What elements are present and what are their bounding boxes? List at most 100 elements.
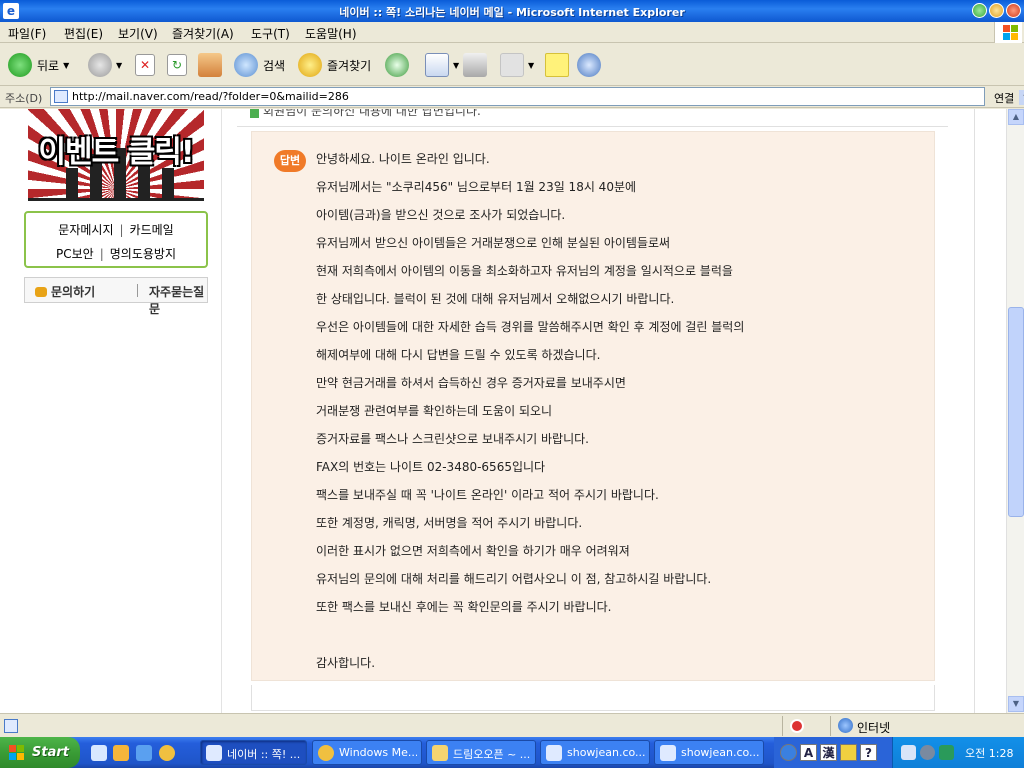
- antivirus-icon[interactable]: [939, 745, 954, 760]
- network-icon[interactable]: [901, 745, 916, 760]
- address-input[interactable]: http://mail.naver.com/read/?folder=0&mai…: [50, 87, 1024, 106]
- answer-line: 팩스를 보내주실 때 꼭 '나이트 온라인' 이라고 적어 주시기 바랍니다.: [316, 488, 659, 502]
- edit-icon: [500, 53, 524, 77]
- note-icon: [545, 53, 569, 77]
- faq-link[interactable]: 자주묻는질문: [149, 283, 207, 317]
- anti-identity-theft-link[interactable]: 명의도용방지: [110, 247, 176, 261]
- task-folder[interactable]: 드림오오픈 ~ ...: [426, 740, 536, 765]
- maximize-button[interactable]: [989, 3, 1004, 18]
- mail-header: 회원님이 문의하신 내용에 대한 답변입니다.: [237, 109, 948, 127]
- sms-link[interactable]: 문자메시지: [58, 223, 113, 237]
- banner-text: 이벤트 클릭!: [38, 135, 194, 170]
- start-button[interactable]: Start: [0, 737, 80, 768]
- ie-quick-icon[interactable]: [136, 745, 152, 761]
- search-button[interactable]: 검색: [234, 51, 285, 79]
- zone-label: 인터넷: [857, 721, 891, 735]
- menu-tools[interactable]: 도구(T): [251, 25, 290, 42]
- vertical-scrollbar[interactable]: ▲ ▼: [1006, 109, 1024, 713]
- answer-line: 안녕하세요. 나이트 온라인 입니다.: [316, 152, 490, 166]
- notes-button[interactable]: [545, 51, 569, 79]
- go-button[interactable]: 연결: [994, 90, 1014, 106]
- forward-button[interactable]: ▼: [88, 51, 122, 79]
- ime-globe-icon[interactable]: [780, 744, 797, 761]
- edit-button[interactable]: ▼: [500, 51, 534, 79]
- inquiry-link[interactable]: 문의하기: [35, 283, 95, 300]
- task-showjean-1[interactable]: showjean.co...: [540, 740, 650, 765]
- card-mail-link[interactable]: 카드메일: [130, 223, 174, 237]
- refresh-button[interactable]: ↻: [167, 51, 187, 79]
- answer-line: 한 상태입니다. 블럭이 된 것에 대해 유저님께서 오해없으시기 바랍니다.: [316, 292, 675, 306]
- pc-security-link[interactable]: PC보안: [56, 247, 94, 261]
- popup-blocker-icon[interactable]: [790, 719, 804, 733]
- answer-line: 만약 현금거래를 하셔서 습득하신 경우 증거자료를 보내주시면: [316, 376, 626, 390]
- answer-line: 이러한 표시가 없으면 저희측에서 확인을 하기가 매우 어려워져: [316, 544, 630, 558]
- home-button[interactable]: [198, 51, 222, 79]
- task-naver-mail[interactable]: 네이버 :: 쪽! ...: [200, 740, 307, 765]
- clock: 오전 1:28: [965, 747, 1014, 760]
- ie-icon: [546, 745, 562, 761]
- answer-line: 우선은 아이템들에 대한 자세한 습득 경위를 말씀해주시면 확인 후 계정에 …: [316, 320, 745, 334]
- stop-icon: ✕: [135, 54, 155, 76]
- forward-arrow-icon: [88, 53, 112, 77]
- chevron-down-icon[interactable]: ▼: [528, 61, 534, 70]
- security-icon[interactable]: [920, 745, 935, 760]
- menu-favorites[interactable]: 즐겨찾기(A): [172, 25, 234, 42]
- ime-alpha-icon[interactable]: A: [800, 744, 817, 761]
- answer-body: 안녕하세요. 나이트 온라인 입니다. 유저님께서는 "소쿠리456" 님으로부터…: [316, 150, 744, 682]
- chevron-down-icon[interactable]: ▼: [63, 61, 69, 70]
- media-player-icon[interactable]: [159, 745, 175, 761]
- ie-icon: [660, 745, 676, 761]
- check-icon: [250, 109, 259, 118]
- scroll-down-button[interactable]: ▼: [1008, 696, 1024, 712]
- home-icon: [198, 53, 222, 77]
- answer-line: 유저님께서는 "소쿠리456" 님으로부터 1월 23일 18시 40분에: [316, 180, 637, 194]
- toolbar: 뒤로 ▼ ▼ ✕ ↻ 검색 즐겨찾기 ▼ ▼: [0, 44, 1024, 86]
- history-button[interactable]: [385, 51, 409, 79]
- mail-footer: [251, 685, 935, 711]
- chevron-down-icon[interactable]: ▼: [116, 61, 122, 70]
- mail-button[interactable]: ▼: [425, 51, 459, 79]
- answer-line: 거래분쟁 관련여부를 확인하는데 도움이 되오니: [316, 404, 553, 418]
- print-button[interactable]: [463, 51, 487, 79]
- ime-bar: A 漢 ?: [774, 737, 892, 768]
- help-box: 문의하기 자주묻는질문: [24, 277, 208, 316]
- desktop-icon[interactable]: [91, 745, 107, 761]
- menu-edit[interactable]: 편집(E): [64, 25, 103, 42]
- back-button[interactable]: 뒤로 ▼: [8, 51, 69, 79]
- title-bar[interactable]: e 네이버 :: 쪽! 소리나는 네이버 메일 - Microsoft Inte…: [0, 0, 1024, 22]
- answer-line: 또한 팩스를 보내신 후에는 꼭 확인문의를 주시기 바랍니다.: [316, 600, 612, 614]
- ime-help-icon[interactable]: ?: [860, 744, 877, 761]
- stop-button[interactable]: ✕: [135, 51, 155, 79]
- minimize-button[interactable]: [972, 3, 987, 18]
- messenger-button[interactable]: [577, 51, 601, 79]
- answer-line: 또한 계정명, 캐릭명, 서버명을 적어 주시기 바랍니다.: [316, 516, 583, 530]
- answer-line: 증거자료를 팩스나 스크린샷으로 보내주시기 바랍니다.: [316, 432, 589, 446]
- ime-hanja-icon[interactable]: 漢: [820, 744, 837, 761]
- page-content: 이벤트 클릭! 문자메시지 | 카드메일 PC보안 | 명의도용방지 문의하기 자주묻는…: [0, 109, 1006, 713]
- page-icon: [54, 90, 68, 103]
- menu-help[interactable]: 도움말(H): [305, 25, 357, 42]
- status-bar: 인터넷: [0, 713, 1024, 737]
- chevron-down-icon[interactable]: ▼: [453, 61, 459, 70]
- chevron-down-icon[interactable]: ▼: [1019, 90, 1024, 105]
- url-text[interactable]: http://mail.naver.com/read/?folder=0&mai…: [72, 90, 349, 103]
- favorites-button[interactable]: 즐겨찾기: [298, 51, 371, 79]
- service-links-box: 문자메시지 | 카드메일 PC보안 | 명의도용방지: [24, 211, 208, 268]
- media-player-icon: [318, 745, 334, 761]
- search-icon: [234, 53, 258, 77]
- ime-pad-icon[interactable]: [840, 744, 857, 761]
- event-banner[interactable]: 이벤트 클릭!: [28, 109, 204, 201]
- menu-view[interactable]: 보기(V): [118, 25, 158, 42]
- scroll-up-button[interactable]: ▲: [1008, 109, 1024, 125]
- address-label: 주소(D): [5, 92, 43, 105]
- messenger-quick-icon[interactable]: [113, 745, 129, 761]
- star-icon: [298, 53, 322, 77]
- menu-file[interactable]: 파일(F): [8, 25, 46, 42]
- answer-line: [316, 626, 744, 654]
- close-button[interactable]: [1006, 3, 1021, 18]
- task-showjean-2[interactable]: showjean.co...: [654, 740, 764, 765]
- scroll-thumb[interactable]: [1008, 307, 1024, 517]
- task-windows-media[interactable]: Windows Me...: [312, 740, 422, 765]
- messenger-icon: [577, 53, 601, 77]
- printer-icon: [463, 53, 487, 77]
